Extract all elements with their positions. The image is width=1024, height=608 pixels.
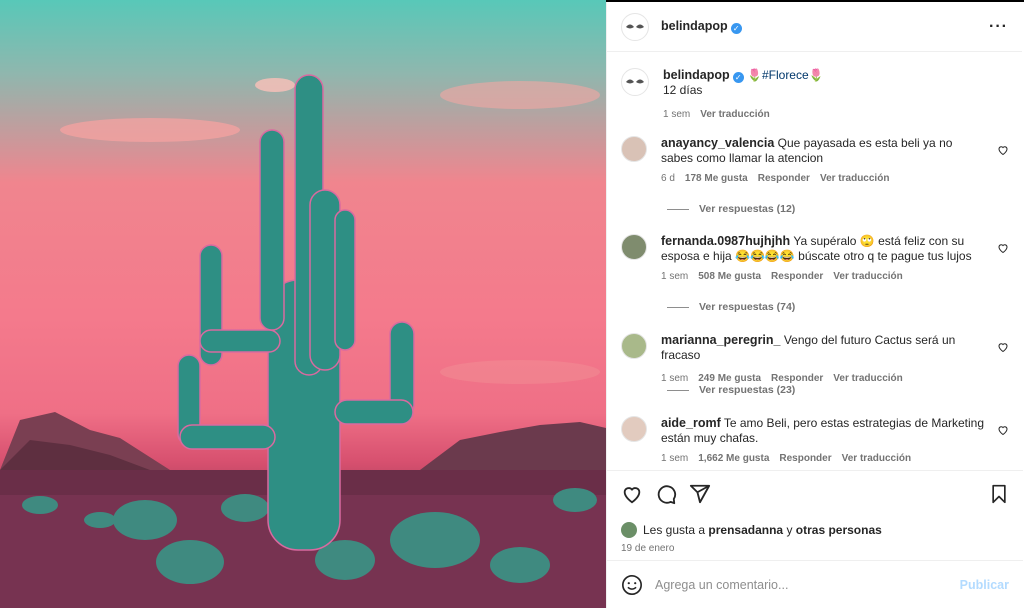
caption: belindapop ✓ 🌷#Florece🌷 12 días 1 sem Ver… (621, 68, 1009, 122)
like-comment-heart-icon[interactable] (997, 424, 1009, 436)
reply-button[interactable]: Responder (779, 451, 831, 466)
post-header: belindapop ✓ ··· (607, 2, 1022, 52)
verified-badge-icon: ✓ (732, 72, 744, 83)
reply-button[interactable]: Responder (771, 269, 823, 284)
commenter-avatar[interactable] (621, 416, 647, 442)
translate-link[interactable]: Ver traducción (833, 371, 902, 386)
cactus-landscape-image (0, 74, 606, 608)
post-panel: belindapop ✓ ··· belindapop ✓ 🌷#Florece🌷 1… (606, 2, 1023, 608)
emoji-smiley-icon[interactable] (621, 574, 643, 596)
verified-badge-icon: ✓ (730, 23, 742, 34)
liker-avatar[interactable] (621, 522, 637, 538)
view-replies-button[interactable]: Ver respuestas (74) (667, 301, 795, 313)
caption-text: 12 días (663, 83, 703, 97)
comment-likes[interactable]: 178 Me gusta (685, 171, 748, 186)
comment-time[interactable]: 1 sem (661, 269, 688, 284)
like-heart-icon[interactable] (621, 483, 643, 505)
like-comment-heart-icon[interactable] (997, 341, 1009, 353)
view-replies-label[interactable]: Ver respuestas (12) (699, 203, 795, 215)
view-replies-button[interactable]: Ver respuestas (23) (667, 384, 795, 396)
view-replies-button[interactable]: Ver respuestas (12) (667, 203, 795, 215)
replies-divider (667, 389, 689, 391)
translate-link[interactable]: Ver traducción (842, 451, 911, 466)
translate-link[interactable]: Ver traducción (700, 107, 769, 122)
comment-username[interactable]: anayancy_valencia (661, 136, 774, 150)
translate-link[interactable]: Ver traducción (820, 171, 889, 186)
likes-prefix: Les gusta a (643, 523, 706, 537)
likes-summary: Les gusta a prensadanna y otras personas (621, 522, 882, 538)
caption-time[interactable]: 1 sem (663, 107, 690, 122)
like-comment-heart-icon[interactable] (997, 242, 1009, 254)
caption-username[interactable]: belindapop (663, 68, 730, 82)
view-replies-label[interactable]: Ver respuestas (74) (699, 301, 795, 313)
save-bookmark-icon[interactable] (989, 483, 1009, 505)
author-username[interactable]: belindapop ✓ (661, 19, 742, 34)
like-comment-heart-icon[interactable] (997, 144, 1009, 156)
comment-username[interactable]: aide_romf (661, 416, 721, 430)
reply-button[interactable]: Responder (758, 171, 810, 186)
comment-item: fernanda.0987hujhjhh Ya supéralo 🙄 está … (621, 234, 1009, 284)
comment-time[interactable]: 6 d (661, 171, 675, 186)
comment-item: anayancy_valencia Que payasada es esta b… (621, 136, 1009, 186)
likes-others[interactable]: otras personas (796, 523, 882, 537)
comment-likes[interactable]: 1,662 Me gusta (698, 451, 769, 466)
comment-input[interactable] (655, 577, 960, 592)
comments-list[interactable]: belindapop ✓ 🌷#Florece🌷 12 días 1 sem Ver… (607, 52, 1023, 470)
author-avatar[interactable] (621, 68, 649, 96)
flower-emoji-icon: 🌷 (747, 68, 762, 82)
comment-item: aide_romf Te amo Beli, pero estas estrat… (621, 416, 1009, 466)
post-image[interactable] (0, 0, 606, 608)
add-comment-bar: Publicar (607, 560, 1023, 608)
publish-button[interactable]: Publicar (960, 578, 1009, 592)
commenter-avatar[interactable] (621, 333, 647, 359)
commenter-avatar[interactable] (621, 234, 647, 260)
replies-divider (667, 208, 689, 210)
action-icons-row (621, 483, 1009, 507)
comment-item: marianna_peregrin_ Vengo del futuro Cact… (621, 333, 1009, 386)
author-avatar[interactable] (621, 12, 649, 41)
commenter-avatar[interactable] (621, 136, 647, 162)
post-date[interactable]: 19 de enero (621, 543, 674, 554)
more-options-button[interactable]: ··· (989, 18, 1008, 36)
flower-emoji-icon: 🌷 (808, 68, 824, 82)
eyes-logo-icon (626, 79, 644, 84)
view-replies-label[interactable]: Ver respuestas (23) (699, 384, 795, 396)
translate-link[interactable]: Ver traducción (833, 269, 902, 284)
comment-bubble-icon[interactable] (655, 483, 677, 505)
comment-username[interactable]: fernanda.0987hujhjhh (661, 234, 790, 248)
likes-user[interactable]: prensadanna (708, 523, 783, 537)
eyes-logo-icon (626, 24, 644, 28)
likes-and: y (786, 523, 793, 537)
caption-hashtag[interactable]: #Florece (762, 68, 809, 82)
comment-time[interactable]: 1 sem (661, 451, 688, 466)
replies-divider (667, 306, 689, 308)
post-actions: Les gusta a prensadanna y otras personas… (607, 470, 1023, 560)
comment-likes[interactable]: 508 Me gusta (698, 269, 761, 284)
comment-username[interactable]: marianna_peregrin_ (661, 333, 781, 347)
share-send-icon[interactable] (689, 483, 711, 505)
